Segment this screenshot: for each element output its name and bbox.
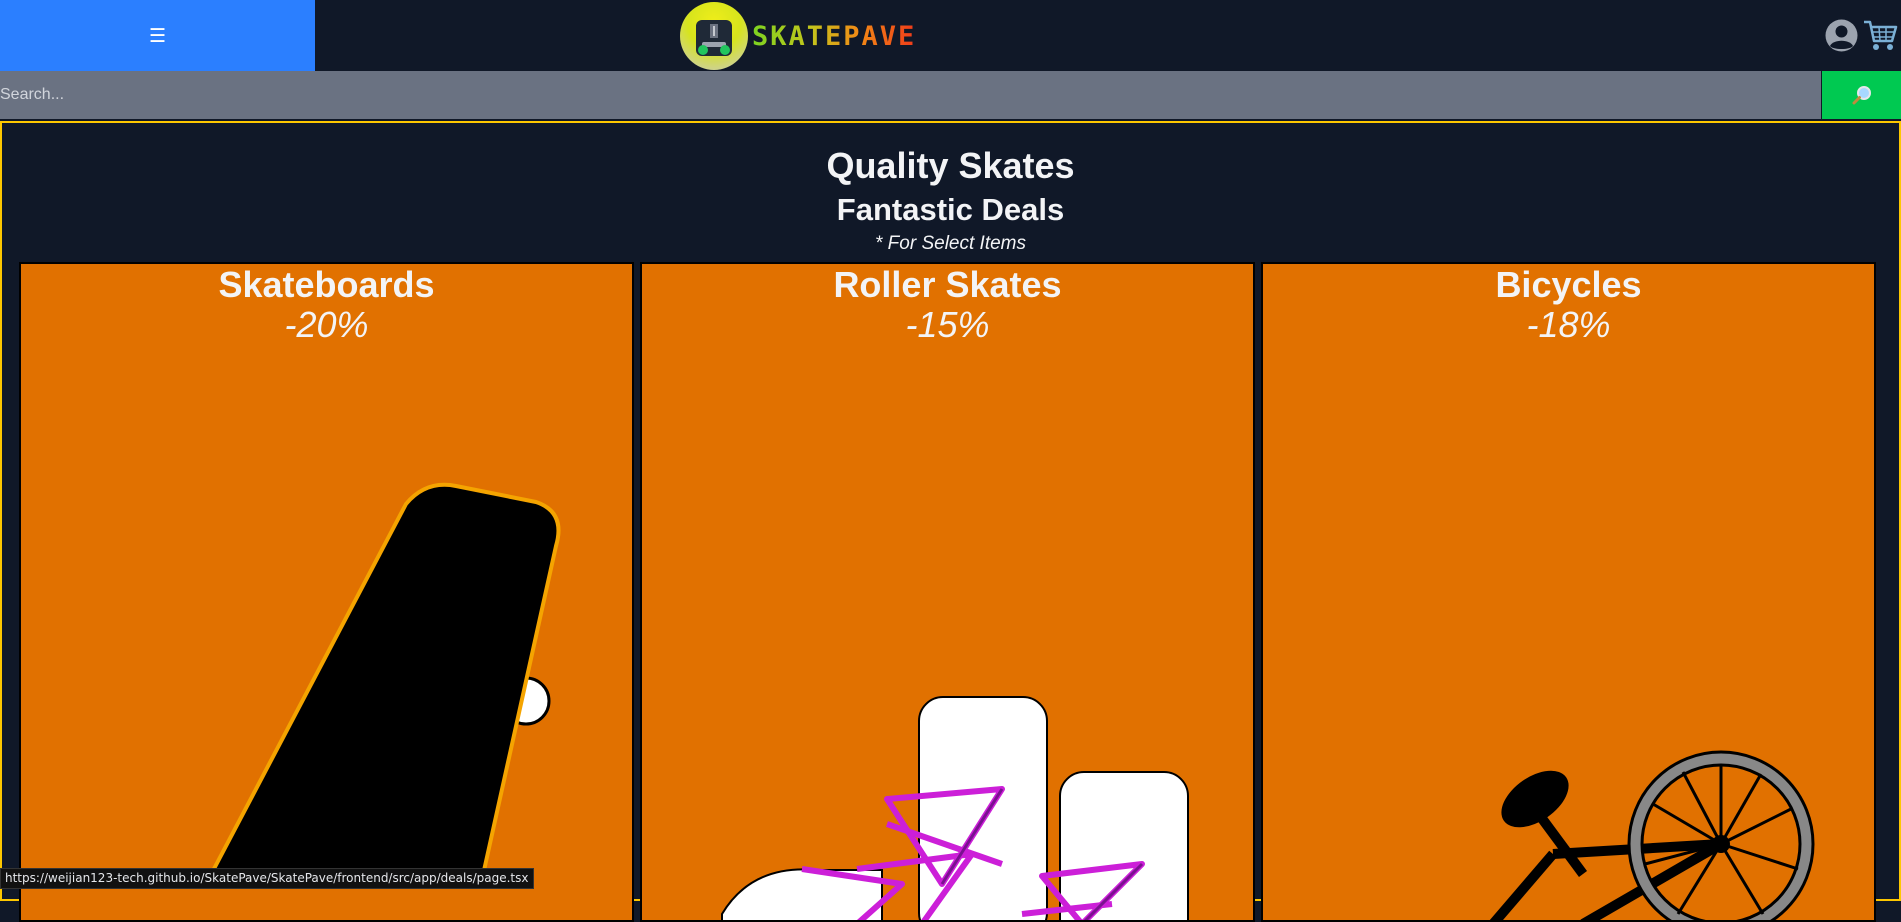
deal-card-roller-skates[interactable]: Roller Skates -15%: [640, 262, 1255, 922]
deal-title: Bicycles: [1495, 264, 1642, 305]
deal-discount: -20%: [284, 304, 369, 345]
bicycle-icon: [1489, 750, 1815, 920]
menu-button[interactable]: ☰: [0, 0, 315, 71]
status-bar-url: https://weijian123-tech.github.io/SkateP…: [0, 868, 534, 889]
deal-discount: -15%: [905, 304, 990, 345]
brand-name: SKATEPAVE: [752, 20, 917, 52]
page-title: Quality Skates: [826, 145, 1075, 186]
roller-skates-icon: [721, 696, 1189, 920]
page-subtitle: Fantastic Deals: [836, 192, 1065, 227]
logo-emblem: [680, 2, 748, 70]
skater-icon: [696, 20, 732, 56]
deal-card-bicycles[interactable]: Bicycles -18%: [1261, 262, 1876, 922]
shopping-cart-icon[interactable]: [1862, 17, 1898, 53]
deal-title: Roller Skates: [833, 264, 1062, 305]
skateboard-icon: [204, 482, 561, 886]
hamburger-icon: ☰: [148, 24, 167, 47]
deal-discount: -18%: [1526, 304, 1611, 345]
deals-section: Quality Skates Fantastic Deals * For Sel…: [0, 121, 1901, 922]
search-button[interactable]: [1822, 71, 1901, 119]
search-input[interactable]: [0, 71, 1821, 119]
brand-logo[interactable]: SKATEPAVE: [680, 2, 916, 70]
top-nav: ☰ SKATEPAVE: [0, 0, 1901, 71]
deal-card-skateboards[interactable]: Skateboards -20%: [19, 262, 634, 922]
deals-footnote: * For Select Items: [875, 233, 1026, 254]
deal-title: Skateboards: [218, 264, 435, 305]
search-bar: [0, 71, 1901, 119]
magnifier-icon: [1852, 86, 1871, 105]
user-account-icon[interactable]: [1825, 19, 1858, 52]
